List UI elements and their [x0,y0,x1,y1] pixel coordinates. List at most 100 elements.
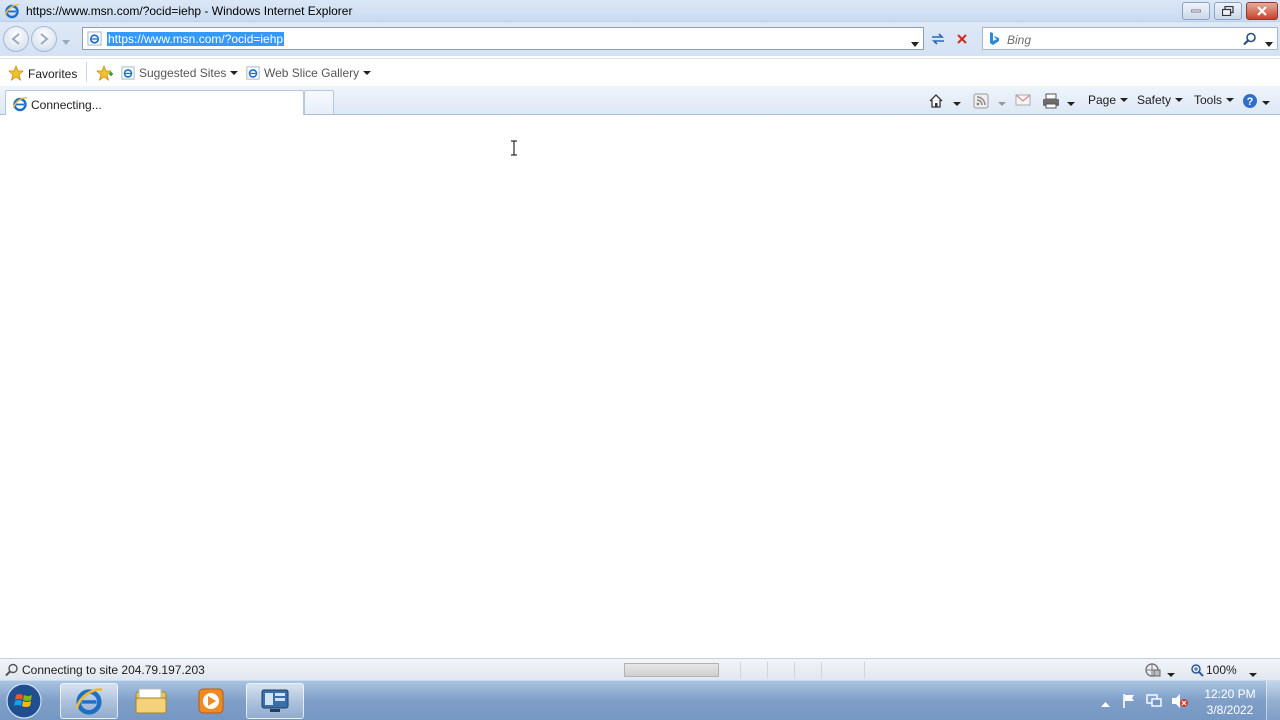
ie-page-icon [246,66,260,80]
print-button[interactable] [1042,93,1060,109]
show-desktop-button[interactable] [1266,681,1280,720]
suggested-sites-label: Suggested Sites [139,66,227,80]
minimize-icon [1191,9,1201,13]
favorites-button[interactable]: Favorites [7,64,78,83]
chevron-down-icon [1120,98,1129,102]
search-input[interactable]: Bing [1007,33,1031,47]
print-dropdown-icon[interactable] [1067,97,1075,113]
tab-title: Connecting... [31,98,102,112]
status-divider [821,662,822,678]
status-text: Connecting to site 204.79.197.203 [22,663,205,677]
taskbar: 12:20 PM 3/8/2022 [0,680,1280,720]
compatibility-view-button[interactable] [925,27,949,50]
chevron-down-icon [1262,101,1270,105]
search-options-dropdown-icon[interactable] [1265,36,1273,50]
web-slice-gallery-link[interactable]: Web Slice Gallery [246,65,372,83]
page-content-area[interactable] [0,115,1280,658]
home-dropdown-icon[interactable] [953,97,961,113]
window-title: https://www.msn.com/?ocid=iehp - Windows… [26,4,353,18]
loading-progress-bar [624,663,719,677]
address-bar[interactable]: https://www.msn.com/?ocid=iehp [82,27,924,50]
restore-icon [1222,6,1234,16]
web-slice-gallery-label: Web Slice Gallery [264,66,360,80]
stop-x-icon [957,34,967,44]
new-tab-button[interactable] [304,90,334,114]
favorites-divider [86,62,87,82]
ie-page-icon [87,31,102,49]
address-dropdown-icon[interactable] [911,36,919,50]
tools-menu-label: Tools [1194,93,1223,107]
tools-menu-button[interactable]: Tools [1194,93,1235,109]
printer-icon [1043,93,1059,109]
close-icon [1257,6,1267,16]
home-button[interactable] [928,93,944,109]
media-player-icon [198,688,224,714]
forward-button[interactable] [31,26,57,52]
ie-page-icon [121,66,135,80]
title-bar: https://www.msn.com/?ocid=iehp - Windows… [0,0,1280,22]
folder-icon [135,688,167,714]
suggested-sites-link[interactable]: Suggested Sites [121,65,239,83]
ie-loading-icon [12,96,28,115]
clock-time: 12:20 PM [1204,687,1256,701]
address-input[interactable]: https://www.msn.com/?ocid=iehp [107,32,285,46]
add-to-favorites-bar-button[interactable] [95,64,118,83]
ie-logo-icon [4,3,20,22]
protected-mode-icon[interactable] [1144,662,1162,681]
taskbar-file-explorer[interactable] [122,683,180,719]
status-bar: Connecting to site 204.79.197.203 100% [0,658,1280,680]
system-clock[interactable]: 12:20 PM 3/8/2022 [1196,686,1264,718]
zoom-level-button[interactable]: 100% [1190,663,1237,677]
ie-logo-icon [75,688,103,715]
search-box[interactable]: Bing [982,27,1278,50]
mail-icon [1015,94,1031,106]
server-manager-icon [261,689,289,712]
page-menu-label: Page [1088,93,1117,107]
svg-text:?: ? [1247,96,1254,108]
recent-pages-dropdown-icon[interactable] [62,34,70,48]
zoom-level-text: 100% [1206,663,1237,677]
favorites-star-icon [7,64,25,81]
close-window-button[interactable] [1246,2,1278,20]
restore-button[interactable] [1214,2,1242,20]
minimize-button[interactable] [1182,2,1210,20]
chevron-down-icon [1226,98,1235,102]
feeds-button[interactable] [973,93,989,109]
tab-current[interactable]: Connecting... [5,90,304,116]
show-hidden-icons-chevron-icon[interactable] [1101,696,1110,710]
page-menu-button[interactable]: Page [1088,93,1129,109]
refresh-arrows-icon [932,33,944,45]
chevron-down-icon [363,71,372,75]
safety-menu-label: Safety [1137,93,1172,107]
chevron-down-icon [230,71,239,75]
status-divider [794,662,795,678]
action-center-flag-icon[interactable] [1122,693,1136,712]
back-button[interactable] [3,26,29,52]
safety-menu-button[interactable]: Safety [1137,93,1184,109]
feeds-dropdown-icon[interactable] [998,97,1006,113]
navigation-bar: https://www.msn.com/?ocid=iehp Bing [0,22,1280,56]
status-divider [740,662,741,678]
help-icon: ? [1243,94,1257,108]
status-divider [864,662,865,678]
start-button[interactable] [4,682,48,720]
add-favorite-star-icon [95,64,113,81]
help-button[interactable]: ? [1242,93,1270,109]
network-icon[interactable] [1146,693,1162,712]
read-mail-button[interactable] [1015,93,1031,109]
home-icon [929,94,943,108]
favorites-bar: Favorites Suggested Sites Web Slice Gall… [0,58,1280,86]
taskbar-control-panel[interactable] [246,683,304,719]
favorites-label: Favorites [28,67,78,81]
clock-date: 3/8/2022 [1206,703,1254,717]
taskbar-media-player[interactable] [182,683,240,719]
zoom-magnifier-icon [1191,664,1204,677]
rss-feed-icon [973,93,989,109]
windows-logo-icon [6,683,42,719]
text-cursor-icon [510,140,518,159]
volume-muted-icon[interactable] [1171,693,1189,712]
search-icon[interactable] [1243,32,1257,49]
stop-button[interactable] [950,27,974,50]
search-icon [5,663,19,680]
taskbar-internet-explorer[interactable] [60,683,118,719]
